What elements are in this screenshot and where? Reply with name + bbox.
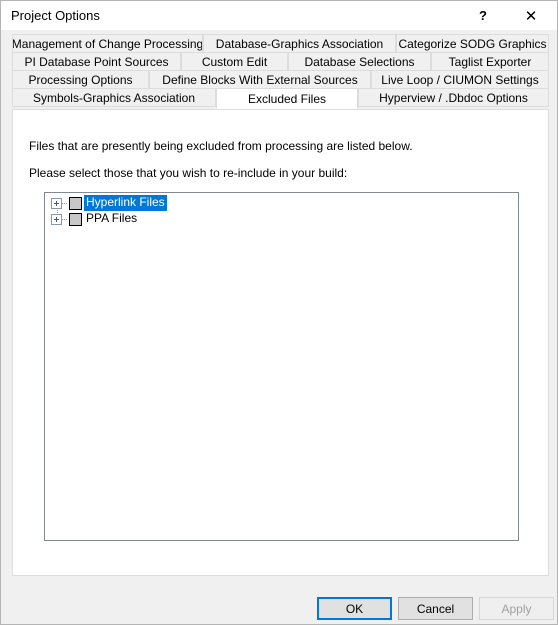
tab-row-1: Management of Change Processing Database… xyxy=(12,34,549,53)
tab-pi-database-point-sources[interactable]: PI Database Point Sources xyxy=(12,52,181,71)
info-text-instruction: Please select those that you wish to re-… xyxy=(29,166,348,180)
tree-branch-line xyxy=(62,218,68,220)
tab-processing-options[interactable]: Processing Options xyxy=(12,70,149,89)
tab-hyperview-dbdoc-options[interactable]: Hyperview / .Dbdoc Options xyxy=(358,88,549,107)
tab-excluded-files[interactable]: Excluded Files xyxy=(216,88,358,109)
ok-button[interactable]: OK xyxy=(317,597,392,620)
info-text-excluded: Files that are presently being excluded … xyxy=(29,139,413,153)
tree-branch-line xyxy=(62,202,68,204)
tree-item-label: Hyperlink Files xyxy=(84,195,167,211)
plus-expander-icon[interactable] xyxy=(51,213,62,225)
dialog-button-bar: OK Cancel Apply xyxy=(1,597,557,625)
tab-database-graphics-association[interactable]: Database-Graphics Association xyxy=(203,34,396,53)
excluded-files-tree[interactable]: Hyperlink Files PPA Files xyxy=(44,192,519,541)
project-options-dialog: Project Options ? ✕ Management of Change… xyxy=(0,0,558,625)
tab-database-selections[interactable]: Database Selections xyxy=(288,52,431,71)
tab-taglist-exporter[interactable]: Taglist Exporter xyxy=(431,52,549,71)
tab-row-3: Processing Options Define Blocks With Ex… xyxy=(12,70,549,89)
tab-custom-edit[interactable]: Custom Edit xyxy=(181,52,288,71)
help-icon[interactable]: ? xyxy=(465,1,501,30)
tab-categorize-sodg-graphics[interactable]: Categorize SODG Graphics xyxy=(396,34,549,53)
tab-strip: Management of Change Processing Database… xyxy=(12,34,549,110)
excluded-files-panel: Files that are presently being excluded … xyxy=(12,109,549,576)
close-icon[interactable]: ✕ xyxy=(513,1,549,30)
tab-define-blocks-with-external-sources[interactable]: Define Blocks With External Sources xyxy=(149,70,371,89)
apply-button[interactable]: Apply xyxy=(479,597,554,620)
cancel-button[interactable]: Cancel xyxy=(398,597,473,620)
window-title: Project Options xyxy=(11,8,100,23)
tree-checkbox-hyperlink-files[interactable] xyxy=(69,196,82,210)
tree-item-hyperlink-files[interactable]: Hyperlink Files xyxy=(45,195,518,211)
tab-live-loop-ciumon-settings[interactable]: Live Loop / CIUMON Settings xyxy=(371,70,549,89)
tree-checkbox-ppa-files[interactable] xyxy=(69,212,82,226)
title-bar: Project Options ? ✕ xyxy=(1,1,557,30)
tab-symbols-graphics-association[interactable]: Symbols-Graphics Association xyxy=(12,88,216,107)
tree-item-label: PPA Files xyxy=(86,211,138,225)
tab-management-of-change-processing[interactable]: Management of Change Processing xyxy=(12,34,203,53)
plus-expander-icon[interactable] xyxy=(51,197,62,209)
tree-item-ppa-files[interactable]: PPA Files xyxy=(45,211,518,227)
tab-row-2: PI Database Point Sources Custom Edit Da… xyxy=(12,52,549,71)
tab-row-4: Symbols-Graphics Association Excluded Fi… xyxy=(12,88,549,109)
